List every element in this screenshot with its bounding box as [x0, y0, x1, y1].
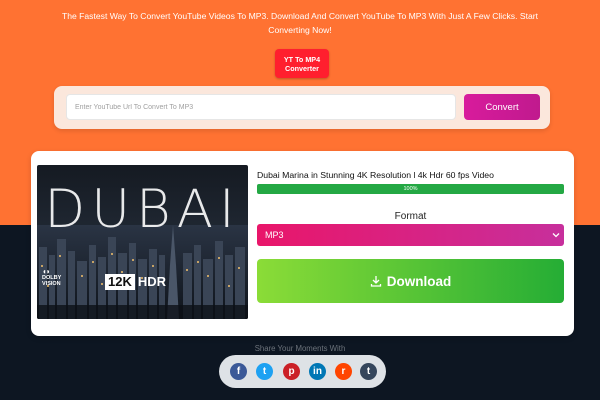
chevron-down-icon: [552, 233, 560, 238]
facebook-icon[interactable]: f: [230, 363, 247, 380]
share-bar: f t p in r t: [219, 355, 386, 388]
mp4-button-line1: YT To MP4: [283, 54, 321, 64]
linkedin-icon[interactable]: in: [309, 363, 326, 380]
resolution-badge-hdr: HDR: [137, 274, 167, 289]
progress-label: 100%: [403, 186, 418, 192]
linkedin-glyph: in: [313, 366, 322, 377]
yt-to-mp4-converter-button[interactable]: YT To MP4 Converter: [275, 49, 329, 78]
tumblr-glyph: t: [366, 366, 371, 377]
convert-button[interactable]: Convert: [464, 94, 540, 120]
youtube-url-input[interactable]: [66, 94, 456, 120]
pinterest-icon[interactable]: p: [283, 363, 300, 380]
video-thumbnail[interactable]: DUBAI ◖◗ DOLBY VISION 12K HDR: [37, 165, 248, 319]
pinterest-glyph: p: [288, 366, 295, 377]
download-button[interactable]: Download: [257, 259, 564, 303]
twitter-glyph: t: [262, 366, 267, 377]
twitter-icon[interactable]: t: [256, 363, 273, 380]
result-card: DUBAI ◖◗ DOLBY VISION 12K HDR Dubai Mari…: [31, 151, 574, 336]
thumbnail-overlay-title: DUBAI: [44, 179, 241, 240]
download-label: Download: [386, 273, 452, 289]
resolution-badge-12k: 12K: [105, 274, 135, 290]
download-icon: [370, 276, 381, 287]
dolby-line2: VISION: [42, 281, 61, 287]
format-label: Format: [394, 211, 427, 222]
format-selected-value: MP3: [265, 230, 284, 240]
resolution-badge: 12K HDR: [105, 274, 166, 290]
mp4-button-line2: Converter: [285, 63, 319, 73]
dolby-vision-logo: ◖◗ DOLBY VISION: [42, 268, 61, 288]
video-title: Dubai Marina in Stunning 4K Resolution l…: [257, 170, 494, 180]
facebook-glyph: f: [236, 366, 241, 377]
search-card: Convert: [54, 86, 550, 129]
progress-fill: 100%: [257, 184, 564, 194]
reddit-icon[interactable]: r: [335, 363, 352, 380]
tagline: The Fastest Way To Convert YouTube Video…: [61, 11, 539, 35]
conversion-progress-bar: 100%: [257, 184, 564, 194]
share-label: Share Your Moments With: [254, 344, 346, 353]
tumblr-icon[interactable]: t: [360, 363, 377, 380]
reddit-glyph: r: [341, 366, 346, 377]
format-select[interactable]: MP3: [257, 224, 564, 246]
